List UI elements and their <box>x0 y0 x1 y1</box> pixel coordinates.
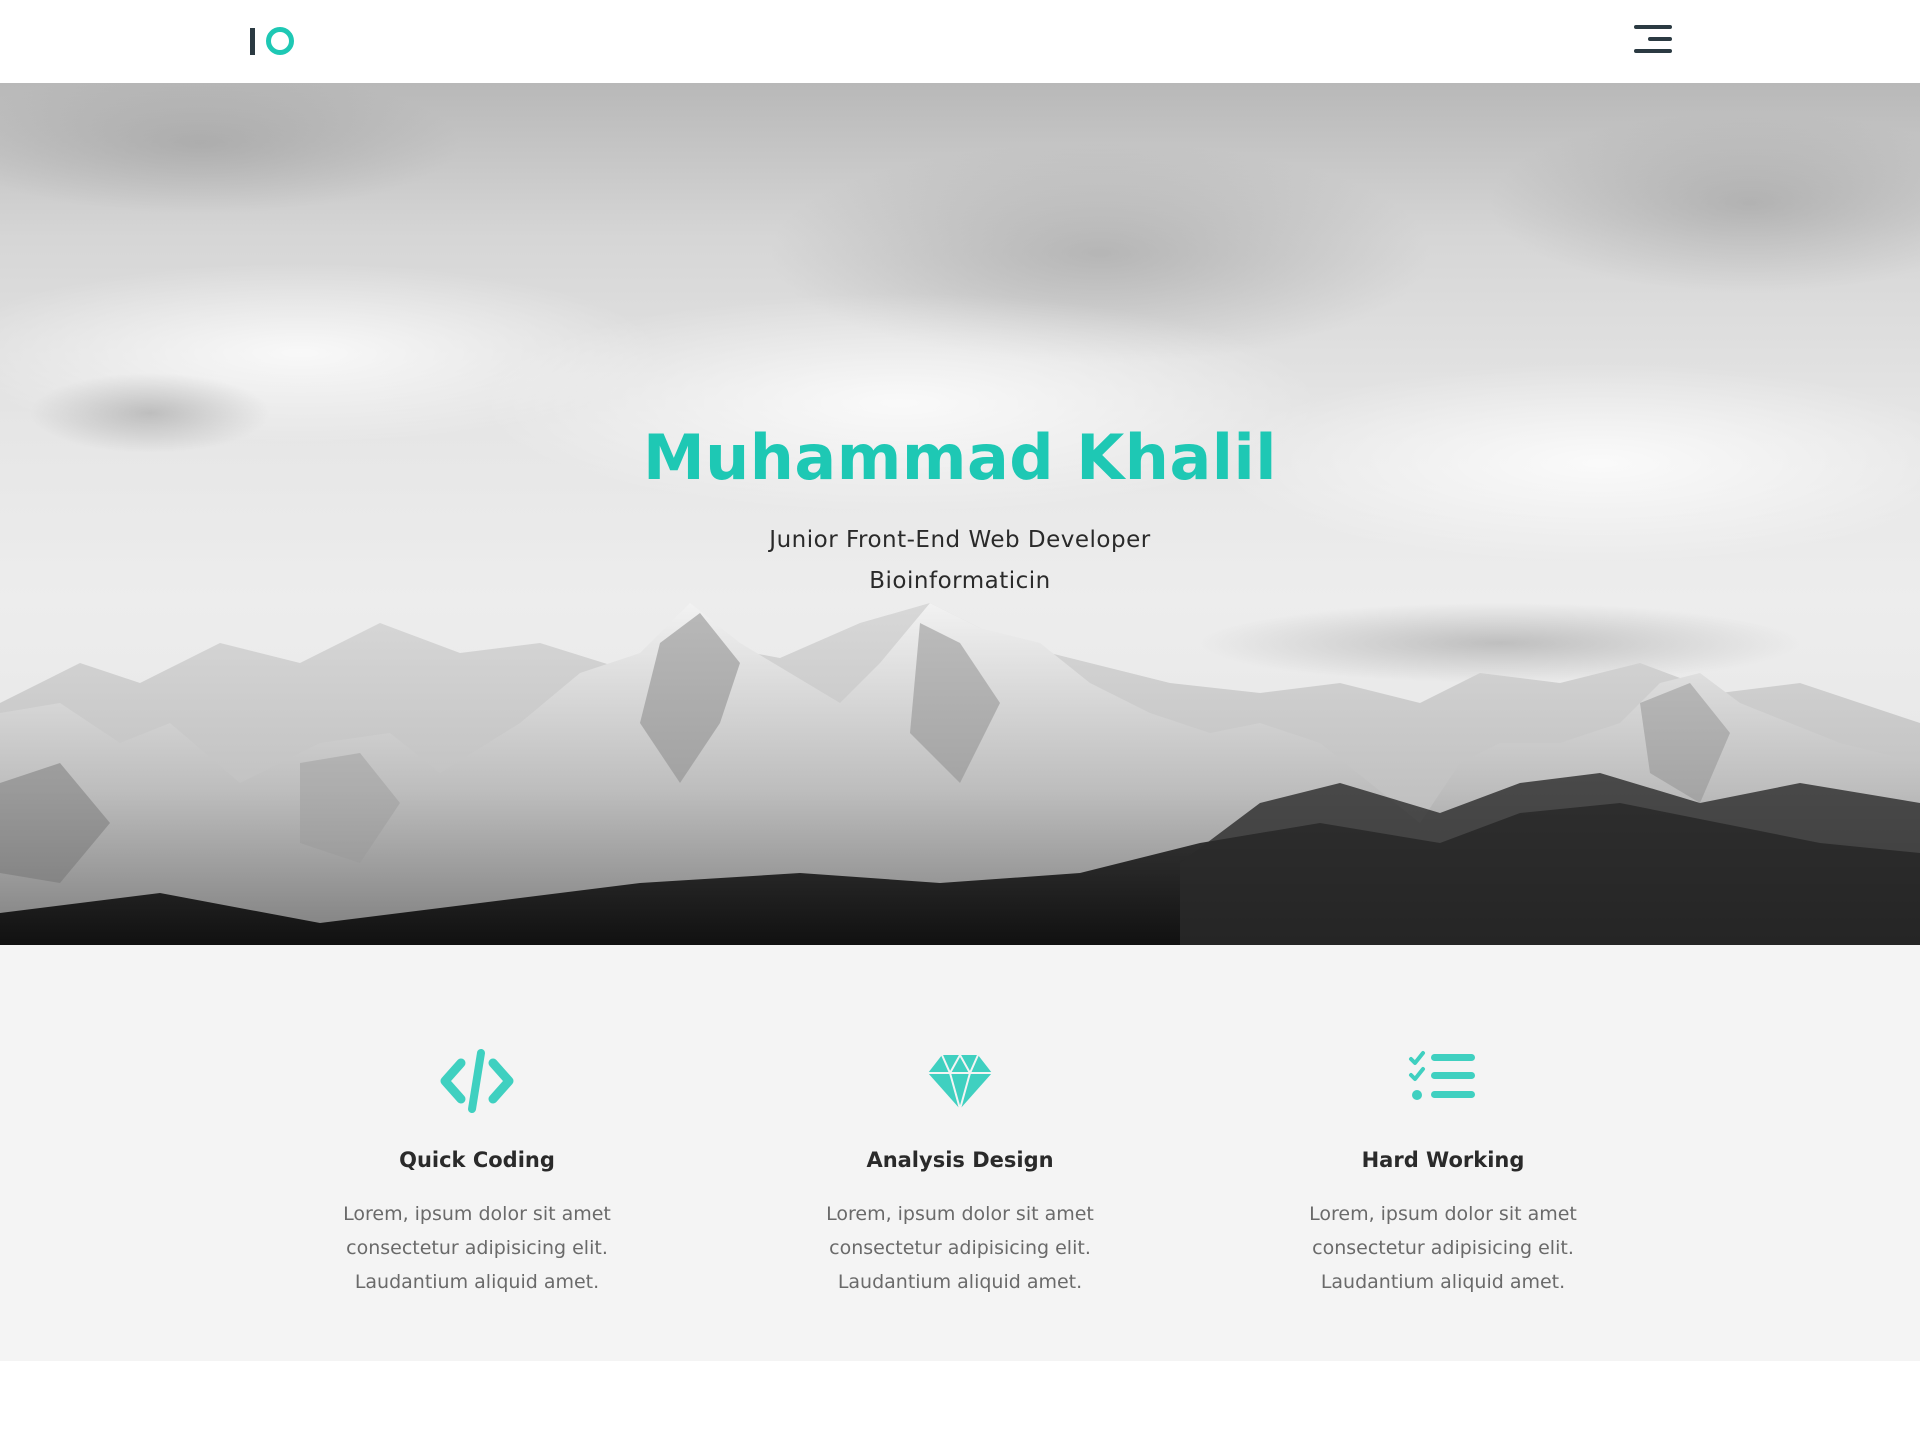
features-section: Quick Coding Lorem, ipsum dolor sit amet… <box>0 945 1920 1361</box>
hero-subtitle-role: Junior Front-End Web Developer <box>769 527 1151 553</box>
feature-quick-coding: Quick Coding Lorem, ipsum dolor sit amet… <box>267 945 687 1361</box>
hero-subtitle-field: Bioinformaticin <box>869 568 1051 594</box>
feature-description: Lorem, ipsum dolor sit amet consectetur … <box>826 1203 1094 1293</box>
feature-title: Analysis Design <box>866 1148 1054 1172</box>
feature-description: Lorem, ipsum dolor sit amet consectetur … <box>1309 1203 1577 1293</box>
tasks-icon <box>1409 1051 1475 1100</box>
feature-hard-working: Hard Working Lorem, ipsum dolor sit amet… <box>1233 945 1653 1361</box>
io-logo-icon[interactable] <box>248 24 298 58</box>
hero-section: Muhammad Khalil Junior Front-End Web Dev… <box>0 83 1920 945</box>
mountain-background-image <box>0 83 1920 945</box>
diamond-icon <box>928 1052 992 1113</box>
feature-description: Lorem, ipsum dolor sit amet consectetur … <box>343 1203 611 1293</box>
code-icon <box>440 1049 514 1113</box>
feature-title: Hard Working <box>1361 1148 1525 1172</box>
hamburger-menu-icon[interactable] <box>1630 22 1676 56</box>
navbar <box>0 0 1920 83</box>
feature-title: Quick Coding <box>399 1148 555 1172</box>
hero-name-heading: Muhammad Khalil <box>642 421 1278 494</box>
feature-analysis-design: Analysis Design Lorem, ipsum dolor sit a… <box>750 945 1170 1361</box>
page-bottom-space <box>0 1361 1920 1454</box>
